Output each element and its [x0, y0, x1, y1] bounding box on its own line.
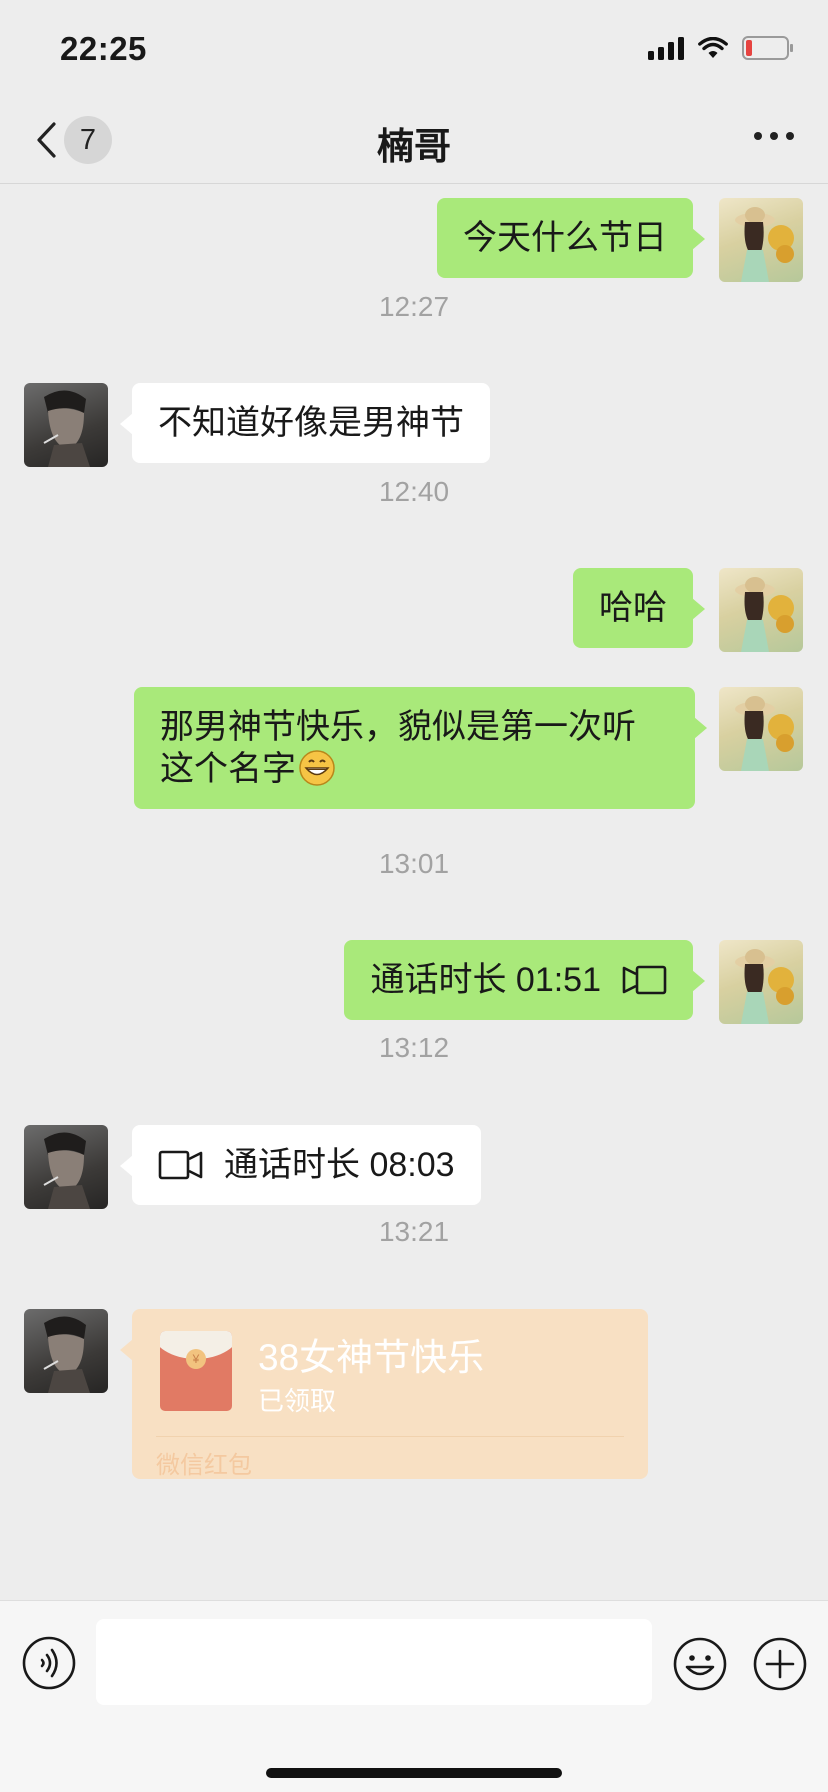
- signal-icon: [648, 36, 684, 60]
- wifi-icon: [698, 37, 728, 59]
- self-avatar[interactable]: [719, 198, 803, 282]
- message-text: 哈哈: [599, 589, 667, 627]
- red-packet-status: 已领取: [258, 1386, 337, 1416]
- input-bar: [0, 1600, 828, 1792]
- avatar-image: [735, 207, 794, 282]
- more-button[interactable]: [754, 132, 794, 140]
- message-text: 那男神节快乐，貌似是第一次听这个名字: [160, 708, 636, 788]
- call-record-bubble[interactable]: 通话时长 01:51: [344, 940, 705, 1020]
- self-avatar[interactable]: [719, 687, 803, 771]
- chat-title: 楠哥: [377, 126, 451, 167]
- timestamp: 12:27: [378, 291, 450, 322]
- voice-button[interactable]: [22, 1636, 76, 1690]
- call-duration-text: 通话时长 01:51: [370, 961, 601, 999]
- home-indicator: [266, 1768, 562, 1778]
- message-text: 不知道好像是男神节: [158, 404, 464, 442]
- peer-avatar[interactable]: [24, 383, 108, 467]
- emoji-icon: [673, 1637, 727, 1691]
- timestamp: 13:21: [378, 1216, 450, 1247]
- message-list[interactable]: 今天什么节日 12:27 不知道好像是男神节 12:40 哈哈 那男神节快乐，貌…: [0, 185, 828, 1600]
- status-icons: [648, 36, 794, 60]
- timestamp: 13:01: [378, 848, 450, 879]
- message-bubble[interactable]: 今天什么节日: [437, 198, 705, 278]
- self-avatar[interactable]: [719, 568, 803, 652]
- timestamp: 13:12: [378, 1032, 450, 1063]
- grinning-face-icon: [298, 749, 336, 787]
- message-text: 今天什么节日: [463, 219, 667, 257]
- timestamp: 12:40: [378, 476, 450, 507]
- avatar-image: [43, 1132, 90, 1209]
- red-packet-title: 38女神节快乐: [258, 1337, 485, 1378]
- red-packet-divider: [156, 1436, 624, 1437]
- peer-avatar[interactable]: [24, 1125, 108, 1209]
- red-packet-card[interactable]: ¥ 38女神节快乐 已领取 微信红包: [120, 1309, 648, 1479]
- video-call-icon: [158, 1150, 203, 1180]
- more-icon: [754, 132, 762, 140]
- call-duration-text: 通话时长 08:03: [224, 1146, 455, 1184]
- battery-low-icon: [742, 36, 794, 60]
- message-bubble[interactable]: 那男神节快乐，貌似是第一次听这个名字: [134, 687, 707, 809]
- avatar-image: [43, 1316, 90, 1393]
- self-avatar[interactable]: [719, 940, 803, 1024]
- avatar-image: [43, 390, 90, 467]
- avatar-image: [735, 577, 794, 652]
- emoji-button[interactable]: [672, 1636, 728, 1692]
- message-bubble[interactable]: 不知道好像是男神节: [120, 383, 490, 463]
- red-envelope-icon: ¥: [160, 1331, 232, 1411]
- video-call-icon: [622, 965, 667, 995]
- red-packet-footer: 微信红包: [156, 1452, 252, 1479]
- chat-header: 7 楠哥: [0, 96, 828, 184]
- voice-icon: [22, 1636, 76, 1690]
- message-input[interactable]: [96, 1619, 652, 1705]
- plus-icon: [753, 1637, 807, 1691]
- avatar-image: [735, 949, 794, 1024]
- message-bubble[interactable]: 哈哈: [573, 568, 705, 648]
- peer-avatar[interactable]: [24, 1309, 108, 1393]
- call-record-bubble[interactable]: 通话时长 08:03: [120, 1125, 481, 1205]
- status-bar: 22:25: [0, 0, 828, 96]
- more-functions-button[interactable]: [752, 1636, 808, 1692]
- avatar-image: [735, 696, 794, 771]
- status-time: 22:25: [60, 30, 147, 67]
